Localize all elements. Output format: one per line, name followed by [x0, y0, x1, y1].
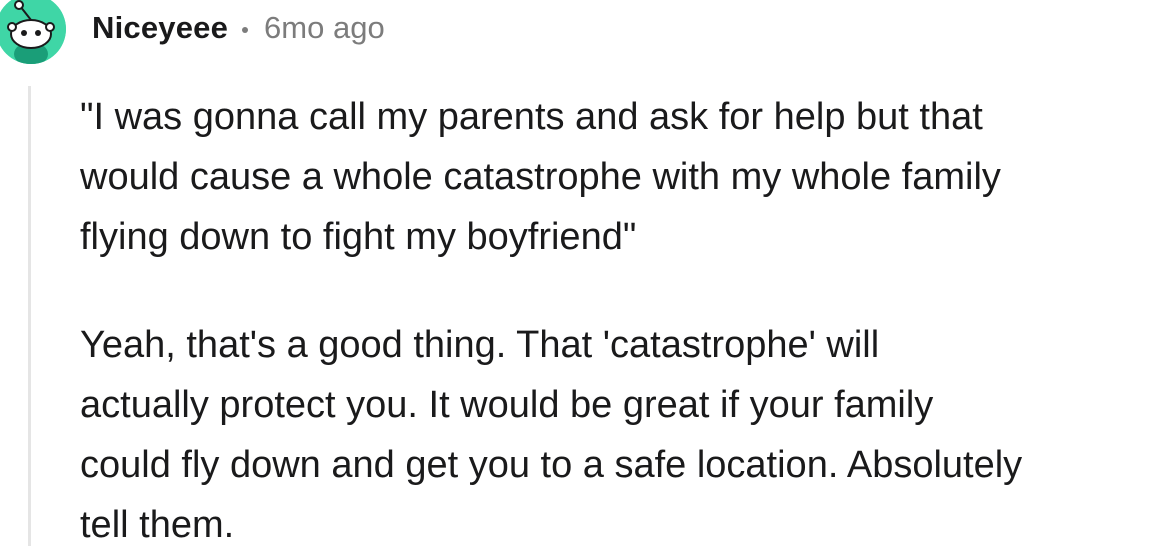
- comment-header: Niceyeee 6mo ago: [92, 8, 385, 48]
- comment-timestamp[interactable]: 6mo ago: [264, 10, 385, 46]
- comment: Niceyeee 6mo ago "I was gonna call my pa…: [0, 0, 1170, 546]
- author-username[interactable]: Niceyeee: [92, 10, 228, 46]
- snoo-avatar-icon[interactable]: [0, 0, 66, 64]
- comment-paragraph: Yeah, that's a good thing. That 'catastr…: [80, 324, 1023, 546]
- separator-dot: [242, 27, 249, 33]
- comment-paragraph: "I was gonna call my parents and ask for…: [80, 96, 1001, 258]
- comment-body: "I was gonna call my parents and ask for…: [80, 87, 1170, 555]
- thread-line[interactable]: [28, 86, 31, 546]
